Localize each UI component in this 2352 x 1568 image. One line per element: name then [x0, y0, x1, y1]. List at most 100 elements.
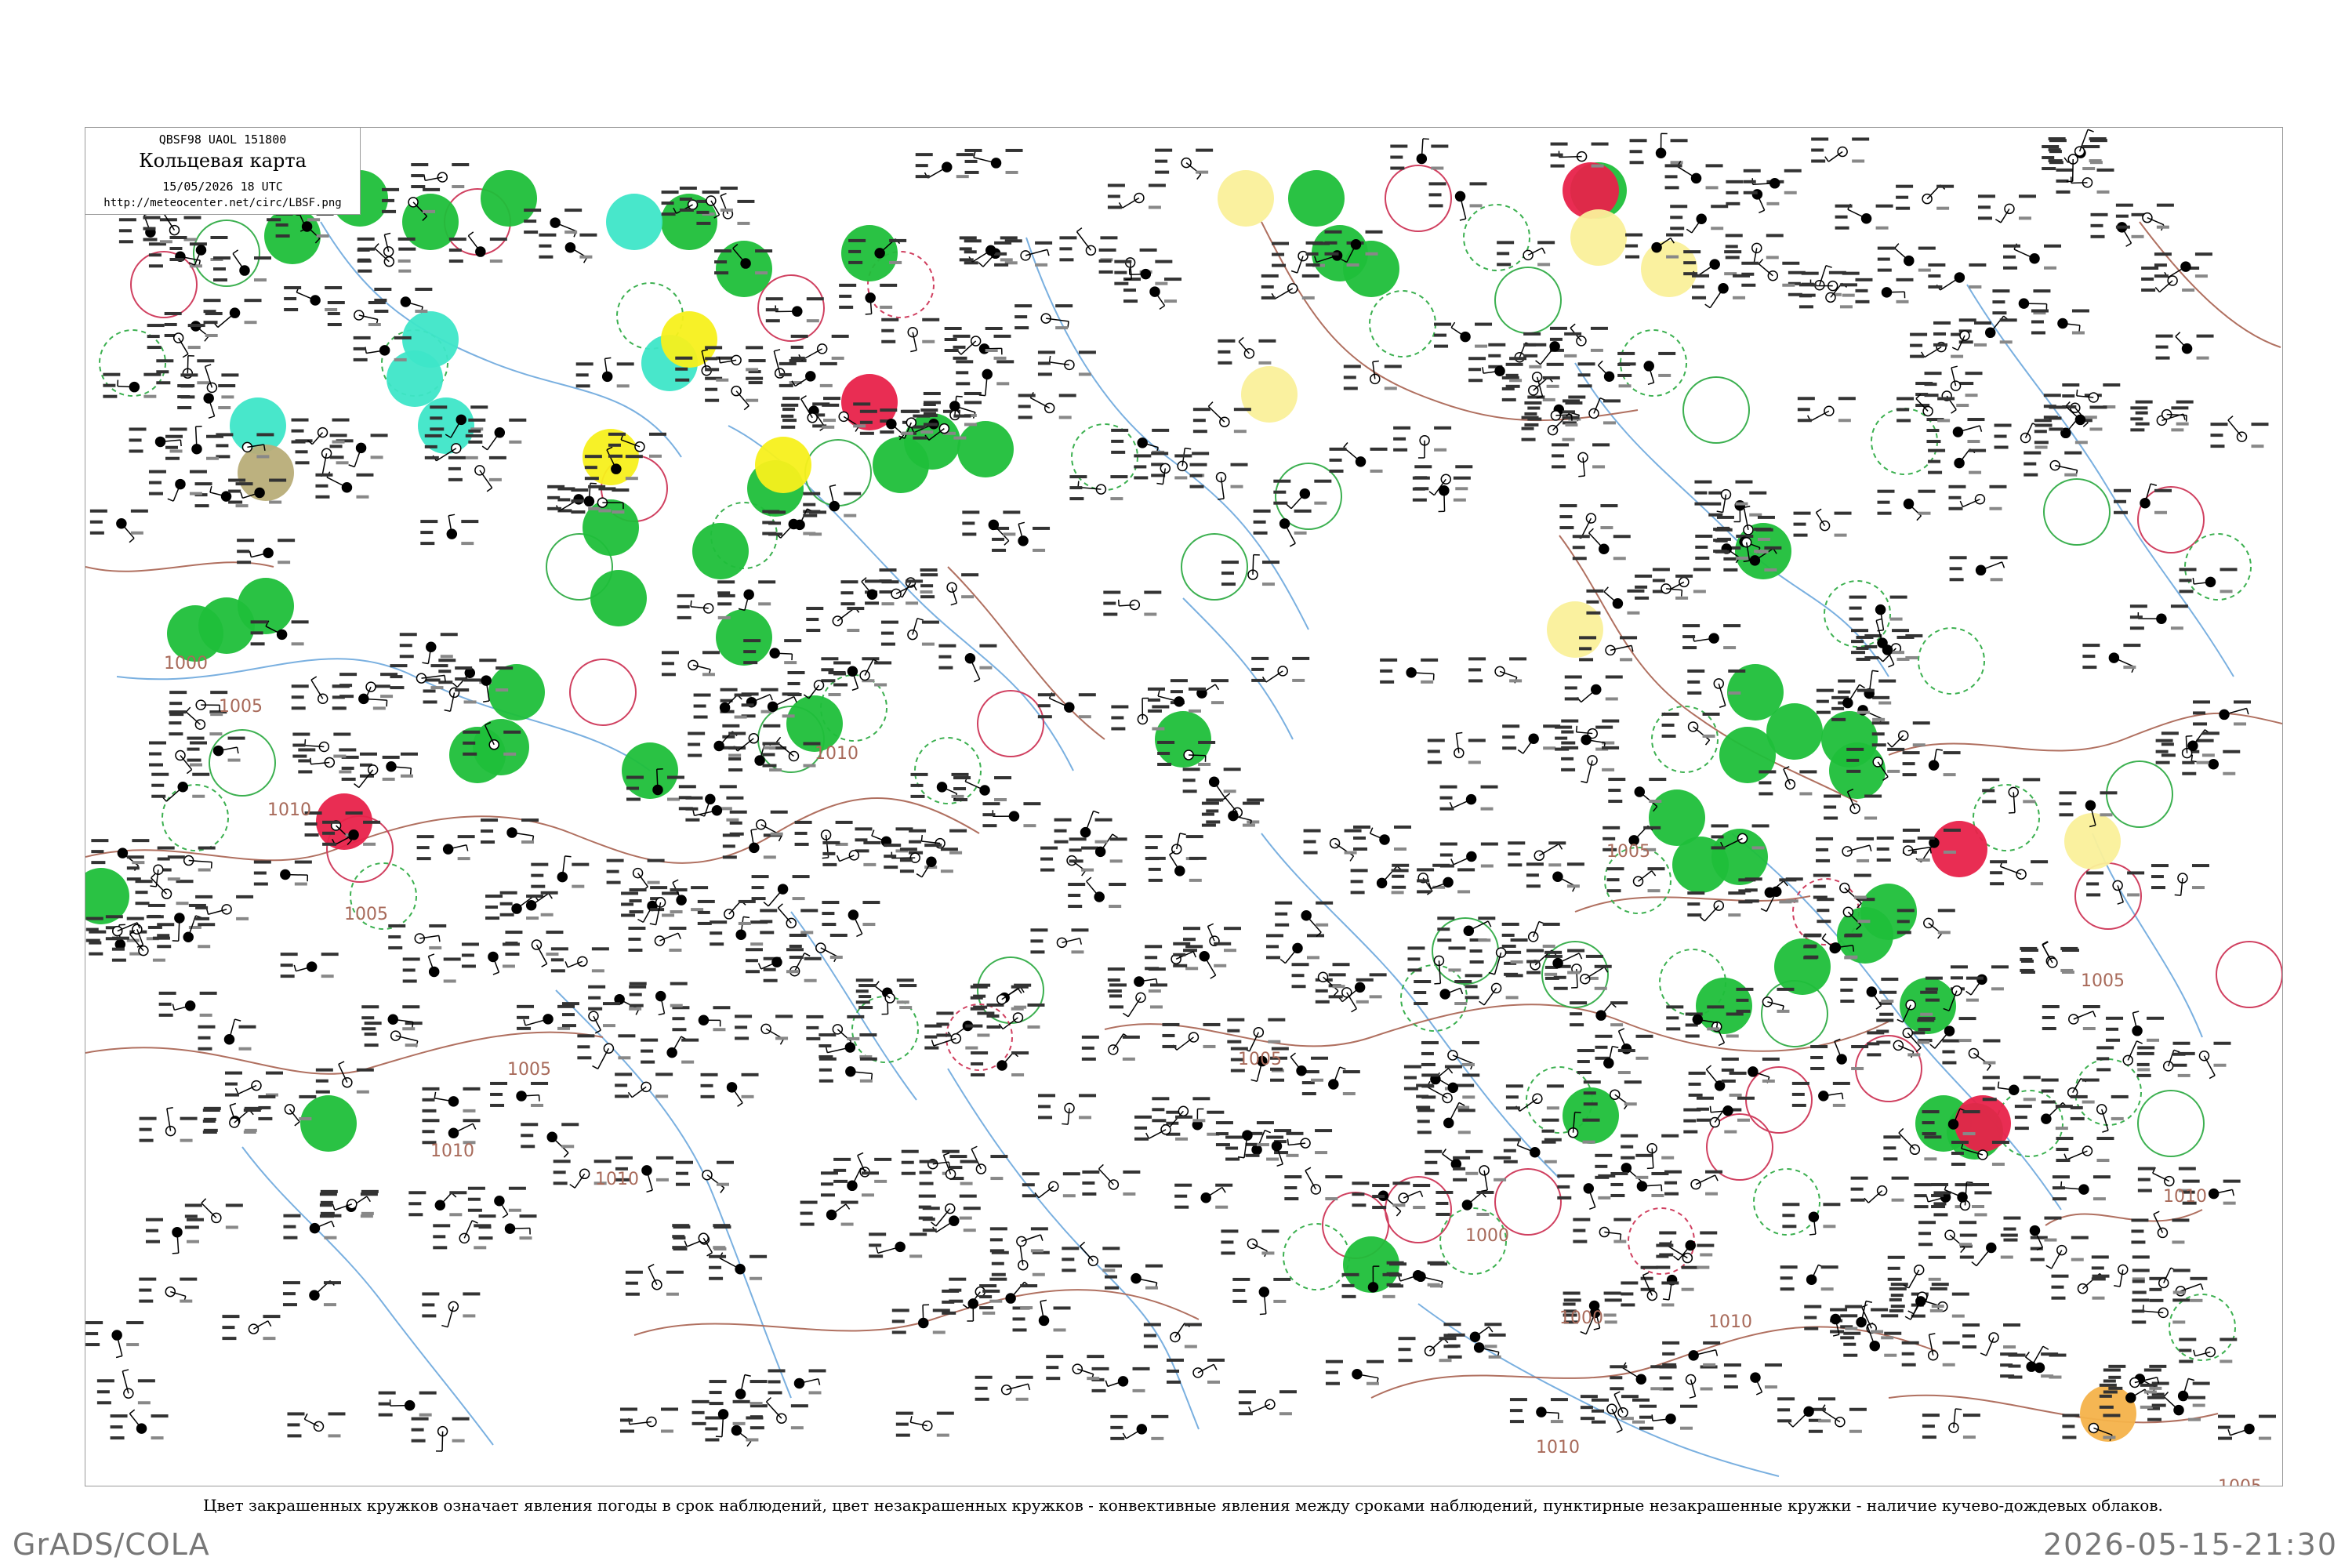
wind-barb-feather — [486, 487, 493, 492]
obs-value-mark — [1920, 990, 1938, 994]
obs-value-mark — [1918, 268, 1931, 272]
obs-value-mark — [1896, 184, 1914, 188]
obs-value-mark — [579, 233, 597, 237]
obs-value-mark — [1804, 1305, 1822, 1308]
station-plot — [606, 858, 665, 891]
obs-value-mark — [399, 655, 414, 659]
obs-value-mark — [368, 323, 381, 327]
obs-value-mark — [509, 440, 522, 444]
obs-value-mark — [1764, 1363, 1782, 1367]
obs-value-mark — [2003, 1323, 2021, 1327]
obs-value-mark — [1412, 476, 1430, 480]
obs-value-mark — [1305, 252, 1319, 256]
obs-value-mark — [895, 827, 913, 831]
obs-value-mark — [1468, 679, 1483, 683]
obs-value-mark — [1151, 1436, 1164, 1440]
obs-value-mark — [1818, 1397, 1836, 1401]
obs-value-mark — [519, 1214, 537, 1218]
station-marker — [1849, 803, 1860, 815]
obs-value-mark — [1843, 1331, 1861, 1335]
station-plot — [361, 1005, 420, 1031]
station-plot — [184, 1198, 243, 1229]
wind-barb — [1538, 843, 1559, 856]
obs-value-mark — [822, 840, 840, 844]
obs-value-mark — [2014, 1127, 2029, 1131]
obs-value-mark — [1982, 789, 1995, 793]
obs-value-mark — [1721, 1057, 1739, 1061]
obs-value-mark — [961, 573, 979, 577]
obs-value-mark — [775, 1036, 789, 1040]
obs-value-mark — [103, 383, 116, 387]
obs-value-mark — [1884, 1353, 1897, 1357]
obs-value-mark — [370, 456, 383, 459]
obs-value-mark — [1620, 658, 1633, 662]
obs-value-mark — [415, 309, 428, 313]
obs-value-mark — [1157, 762, 1172, 766]
obs-value-mark — [789, 955, 804, 959]
obs-value-mark — [722, 844, 735, 848]
obs-value-mark — [561, 1145, 575, 1149]
obs-value-mark — [1721, 1079, 1736, 1083]
station-plot — [2096, 1040, 2155, 1072]
obs-value-mark — [1891, 1198, 1904, 1202]
obs-value-mark — [1989, 485, 2007, 488]
station-plot — [327, 301, 386, 327]
obs-value-mark — [953, 798, 968, 802]
obs-value-mark — [481, 818, 499, 822]
obs-value-mark — [1725, 234, 1743, 238]
convective-ring-red — [569, 659, 637, 726]
wind-barb-feather — [1027, 1384, 1031, 1391]
obs-value-mark — [325, 285, 343, 289]
wind-barb-feather — [1955, 1408, 1962, 1410]
obs-value-mark — [1215, 1183, 1233, 1187]
obs-value-mark — [881, 328, 895, 332]
obs-value-mark — [1417, 1120, 1430, 1123]
obs-value-mark — [1555, 736, 1568, 740]
obs-value-mark — [1591, 164, 1604, 168]
obs-value-mark — [521, 1145, 535, 1149]
obs-value-mark — [1949, 567, 1962, 571]
obs-value-mark — [1918, 1232, 1932, 1236]
wind-barb — [1475, 1326, 1490, 1338]
wind-barb — [935, 1208, 951, 1227]
obs-value-mark — [1962, 1110, 1980, 1114]
obs-value-mark — [157, 934, 170, 938]
station-plot — [1949, 556, 2008, 582]
obs-value-mark — [156, 381, 171, 385]
obs-value-mark — [2023, 778, 2041, 782]
obs-value-mark — [823, 397, 841, 401]
wind-barb-feather — [1904, 1316, 1911, 1320]
obs-value-mark — [1144, 612, 1157, 616]
obs-value-mark — [1206, 820, 1221, 824]
wind-barb-feather — [836, 855, 840, 862]
station-plot — [1797, 397, 1856, 423]
obs-value-mark — [1564, 675, 1582, 679]
obs-value-mark — [2179, 590, 2194, 593]
obs-value-mark — [1069, 848, 1082, 852]
obs-value-mark — [855, 978, 873, 982]
obs-value-mark — [768, 532, 783, 536]
convective-ring-green — [2184, 533, 2252, 601]
convective-ring-red — [1385, 165, 1452, 232]
wind-barb — [201, 1202, 217, 1218]
obs-value-mark — [329, 445, 343, 448]
obs-value-mark — [485, 916, 500, 920]
obs-value-mark — [2201, 731, 2220, 735]
obs-value-mark — [1680, 1404, 1698, 1408]
obs-value-mark — [2082, 1100, 2095, 1104]
obs-value-mark — [280, 964, 293, 967]
obs-value-mark — [165, 445, 178, 449]
obs-value-mark — [964, 250, 977, 254]
obs-value-mark — [550, 958, 564, 962]
station-plot — [195, 895, 254, 920]
wind-barb — [1523, 738, 1534, 754]
obs-value-mark — [1567, 949, 1585, 953]
obs-value-mark — [449, 1191, 467, 1195]
obs-value-mark — [490, 1081, 508, 1085]
wind-barb-feather — [502, 1214, 509, 1218]
obs-value-mark — [1632, 1398, 1650, 1402]
station-plot — [2000, 1345, 2059, 1378]
obs-value-mark — [1147, 687, 1165, 691]
obs-value-mark — [1830, 1330, 1845, 1334]
convective-ring-red — [130, 251, 198, 318]
